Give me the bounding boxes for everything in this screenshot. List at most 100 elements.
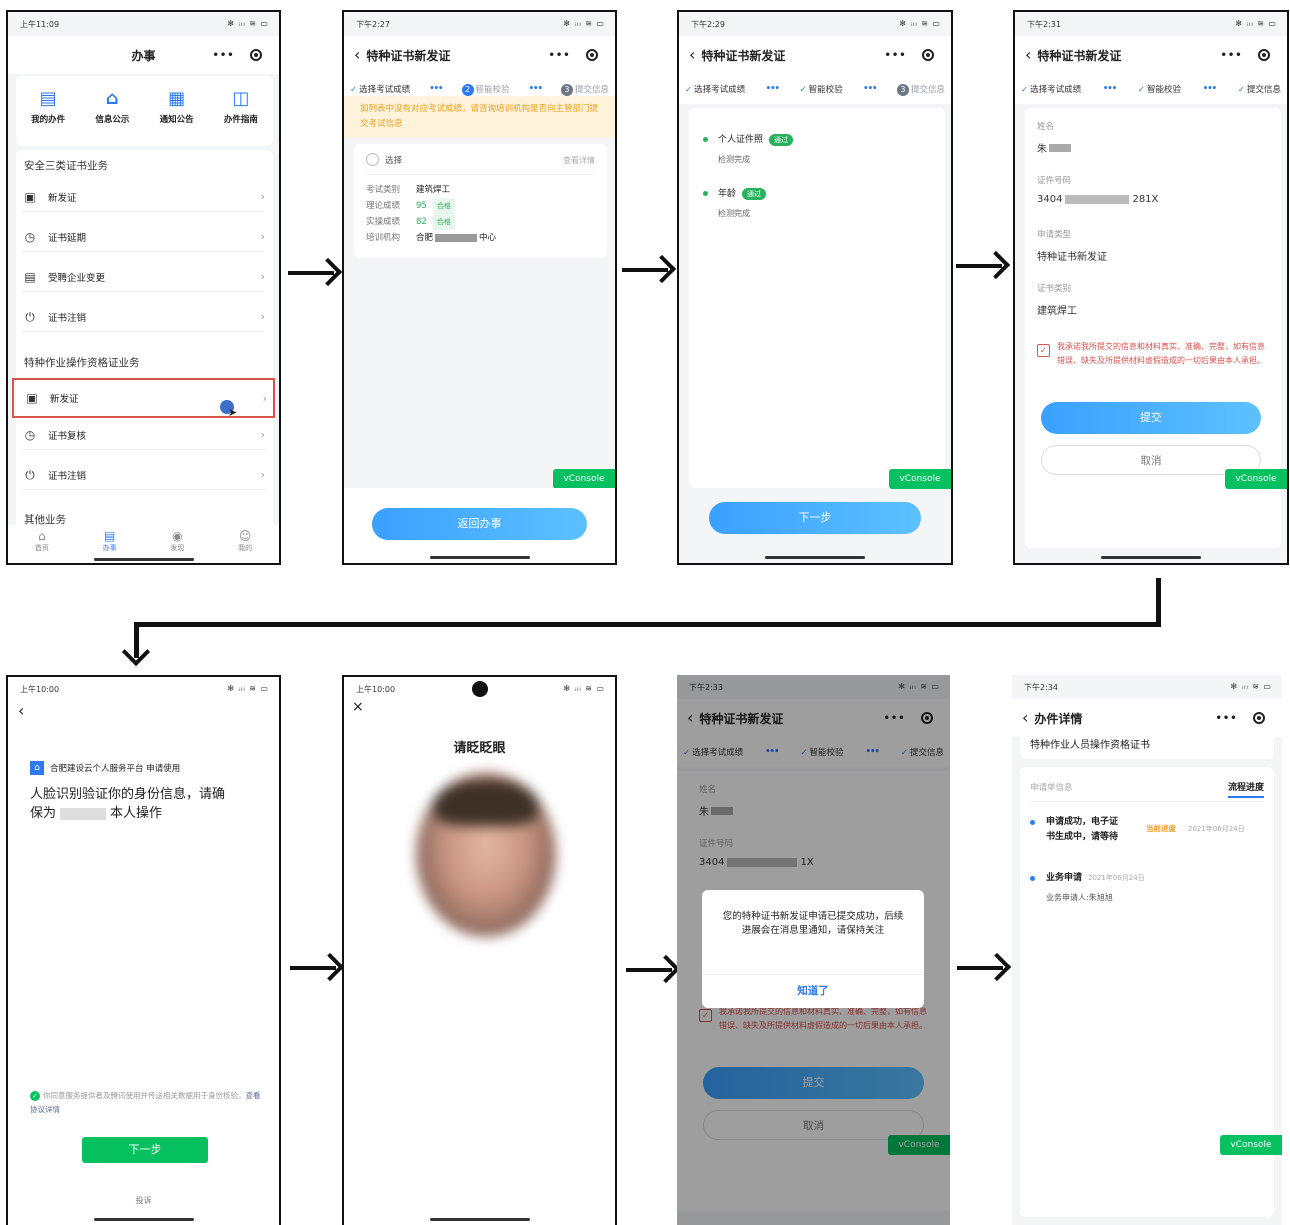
blink-prompt: 请眨眨眼 [453, 741, 506, 756]
quick-notice[interactable]: ▦ 通知公告 [160, 88, 194, 125]
check-circle-icon[interactable]: ✓ [30, 1091, 40, 1101]
home-indicator [429, 1218, 530, 1221]
home-indicator [765, 556, 865, 559]
detail-link[interactable]: 查看详情 [563, 155, 595, 166]
close-circle-icon[interactable] [921, 49, 934, 61]
home-indicator [1101, 556, 1201, 559]
vconsole-button[interactable]: vConsole [1220, 1135, 1282, 1155]
screen-face-auth-intro: 上午10:00 ✻ ᵢₗₗ ≋ ▭ ‹ ⌂ 合肥建设云个人服务平台 申请使用 人脸识… [6, 675, 281, 1225]
chevron-right-icon: › [260, 270, 265, 283]
list-item-extend[interactable]: ◷ 证书延期 › [22, 222, 265, 252]
mini-program-capsule[interactable]: ••• [205, 44, 269, 66]
list-item-new-cert[interactable]: ▣ 新发证 › [22, 182, 265, 212]
tab-divider [1030, 801, 1264, 802]
tab-me[interactable]: ☺ 我的 [238, 529, 252, 563]
back-icon[interactable]: ‹ [1022, 710, 1028, 726]
back-to-services-button[interactable]: 返回办事 [372, 508, 587, 540]
radio-button[interactable] [366, 153, 379, 166]
step-3: ✓ 提交信息 [1237, 85, 1281, 95]
map-icon: ◫ [232, 88, 250, 109]
field-row: 实操成绩 82 合格 [366, 214, 496, 230]
home-indicator [93, 1218, 194, 1221]
vconsole-button[interactable]: vConsole [889, 469, 951, 489]
next-step-button[interactable]: 下一步 [709, 502, 921, 534]
list-item-special-cancel[interactable]: ⏻ 证书注销 › [22, 460, 265, 490]
tab-apply-info[interactable]: 申请单信息 [1030, 781, 1073, 793]
dialog-ok-button[interactable]: 知道了 [702, 975, 924, 1008]
step-2: ✓ 智能校验 [799, 85, 843, 95]
mini-program-capsule[interactable]: ••• [1208, 707, 1272, 729]
score-fields: 考试类别 建筑焊工 理论成绩 95 合格 实操成绩 82 合格 培训机构 合肥 中心 [366, 182, 496, 246]
tab-home[interactable]: ⌂ 首页 [35, 529, 49, 563]
step-3: 3 提交信息 [560, 83, 609, 96]
chevron-right-icon: › [260, 468, 265, 481]
step-divider: ••• [429, 84, 443, 94]
flow-stage: 上午11:09 ✻ ᵢₗₗ ≋ ▭ 办事 ••• ▤ 我的办件 ⌂ 信息公示 ▦ 通知公… [0, 0, 1290, 1225]
chevron-right-icon: › [260, 310, 265, 323]
list-item-change-company[interactable]: ▤ 受聘企业变更 › [22, 262, 265, 292]
list-item-cancel[interactable]: ⏻ 证书注销 › [22, 302, 265, 332]
nav-header: 办事 ••• [8, 36, 279, 74]
next-step-button[interactable]: 下一步 [82, 1137, 208, 1163]
more-icon[interactable]: ••• [884, 50, 906, 61]
clock-icon: ◷ [24, 229, 36, 244]
mini-program-capsule[interactable]: ••• [541, 44, 605, 66]
step-1: ✓ 选择考试成绩 [685, 85, 746, 95]
home-indicator [429, 556, 530, 559]
progress-item-apply: 业务申请 2021年06月24日 业务申请人:朱旭旭 [1030, 871, 1145, 905]
quick-guide[interactable]: ◫ 办件指南 [224, 88, 258, 125]
quick-info-public[interactable]: ⌂ 信息公示 [95, 88, 129, 125]
close-icon[interactable]: × [352, 699, 364, 715]
field-label: 证件号码 [1037, 176, 1072, 186]
home-indicator [93, 558, 194, 561]
list-item-special-review[interactable]: ◷ 证书复核 › [22, 420, 265, 450]
score-card[interactable]: 选择 查看详情 考试类别 建筑焊工 理论成绩 95 合格 实操成绩 82 合格 培训机构合… [354, 144, 607, 258]
step-3: 3 提交信息 [896, 83, 945, 96]
quick-entry-card: ▤ 我的办件 ⌂ 信息公示 ▦ 通知公告 ◫ 办件指南 [16, 76, 273, 146]
pass-badge: 通过 [742, 188, 767, 200]
quick-my-items[interactable]: ▤ 我的办件 [31, 88, 65, 125]
step-2: ✓ 智能校验 [1137, 85, 1182, 95]
close-circle-icon[interactable] [1252, 712, 1265, 724]
dialog-message: 您的特种证书新发证申请已提交成功，后续进展会在消息里通知，请保持关注 [722, 911, 904, 936]
back-icon[interactable]: ‹ [1025, 47, 1031, 63]
flow-arrow-head [121, 637, 151, 667]
more-icon[interactable]: ••• [1220, 50, 1242, 61]
flow-arrow [626, 968, 672, 972]
more-icon[interactable]: ••• [1215, 713, 1237, 724]
nav-header: ‹ 特种证书新发证 ••• [344, 36, 615, 74]
mini-program-capsule[interactable]: ••• [1213, 44, 1277, 66]
page-title: 办件详情 [1034, 711, 1083, 726]
screen-submit-success-dialog: 下午2:33 ✻ ᵢₗₗ ≋ ▭ ‹ 特种证书新发证 ••• ✓ 选择考试成绩 •••… [677, 675, 950, 1225]
more-icon[interactable]: ••• [212, 50, 234, 61]
back-icon[interactable]: ‹ [689, 47, 695, 63]
current-progress-tag: 当前进度 [1146, 824, 1176, 833]
back-icon[interactable]: ‹ [354, 47, 360, 63]
user-icon: ☺ [238, 529, 252, 543]
step-2: 2 智能校验 [461, 83, 510, 96]
vconsole-button[interactable]: vConsole [1225, 469, 1287, 489]
status-bar: 上午11:09 ✻ ᵢₗₗ ≋ ▭ [20, 19, 269, 29]
promise-checkbox[interactable]: ✓ [1037, 344, 1050, 357]
flow-arrow [957, 966, 1003, 970]
stepper: ✓ 选择考试成绩 ••• ✓ 智能校验 ••• ✓ 提交信息 [1015, 74, 1287, 104]
close-circle-icon[interactable] [1257, 49, 1270, 61]
chevron-right-icon: › [262, 391, 267, 405]
vconsole-button[interactable]: vConsole [553, 469, 615, 489]
timeline-dot [703, 191, 708, 196]
check-icon: ✓ [1137, 85, 1146, 95]
tab-progress[interactable]: 流程进度 [1227, 780, 1264, 798]
timeline-dot [703, 137, 708, 142]
list-item-special-new-cert[interactable]: ▣ 新发证 › ➤ [12, 378, 275, 419]
back-icon[interactable]: ‹ [18, 701, 24, 720]
complain-link[interactable]: 投诉 [8, 1195, 279, 1206]
close-circle-icon[interactable] [585, 49, 598, 61]
mini-program-capsule[interactable]: ••• [877, 44, 941, 66]
notice-banner: 如列表中没有对应考试成绩，请咨询培训机构是否向主管部门提交考试信息 [344, 96, 615, 138]
close-circle-icon[interactable] [249, 49, 262, 61]
more-icon[interactable]: ••• [548, 50, 570, 61]
flow-connector-down [1156, 578, 1161, 626]
status-bar: 下午2:34 ✻ ᵢₗₗ ≋ ▭ [1024, 682, 1272, 692]
submit-button[interactable]: 提交 [1041, 402, 1261, 434]
field-label: 姓名 [1037, 122, 1055, 132]
